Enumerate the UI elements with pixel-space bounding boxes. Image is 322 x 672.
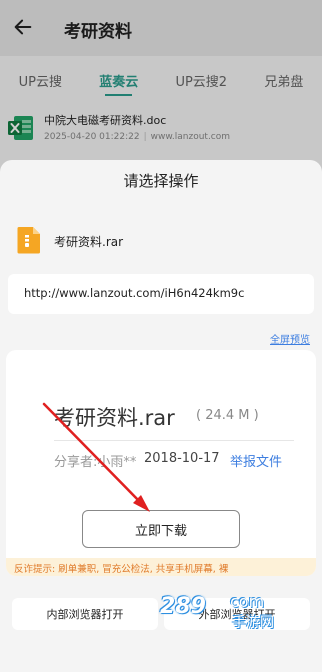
preview-date: 2018-10-17 — [144, 451, 220, 466]
sheet-file-row: 考研资料.rar — [16, 226, 306, 256]
watermark-cn: 手游网 — [232, 615, 274, 631]
archive-file-icon — [17, 227, 40, 254]
fraud-warning-bar: 反诈提示: 刷单兼职, 冒充公检法, 共享手机屏幕, 裸 — [6, 558, 316, 576]
fraud-warning-text: 反诈提示: 刷单兼职, 冒充公检法, 共享手机屏幕, 裸 — [14, 564, 229, 575]
divider — [54, 440, 294, 441]
download-button[interactable]: 立即下载 — [82, 510, 240, 548]
url-field[interactable]: http://www.lanzout.com/iH6n424km9c — [8, 274, 314, 314]
open-internal-browser-button[interactable]: 内部浏览器打开 — [12, 598, 158, 630]
report-file-link[interactable]: 举报文件 — [230, 451, 282, 470]
sheet-file-name: 考研资料.rar — [54, 235, 124, 249]
fullscreen-preview-link[interactable]: 全屏预览 — [270, 331, 310, 346]
watermark-suffix: com — [230, 592, 265, 611]
watermark-brand: 289 — [160, 594, 206, 619]
preview-card: 考研资料.rar ( 24.4 M ) 分享者:小雨** 2018-10-17 … — [6, 350, 316, 576]
url-text[interactable]: http://www.lanzout.com/iH6n424km9c — [24, 286, 244, 300]
watermark-logo: 289 com 手游网 — [156, 590, 308, 634]
preview-file-title: 考研资料.rar — [54, 406, 175, 430]
sheet-title: 请选择操作 — [123, 172, 199, 190]
preview-file-size: ( 24.4 M ) — [196, 408, 259, 423]
preview-sharer: 分享者:小雨** — [54, 455, 137, 470]
